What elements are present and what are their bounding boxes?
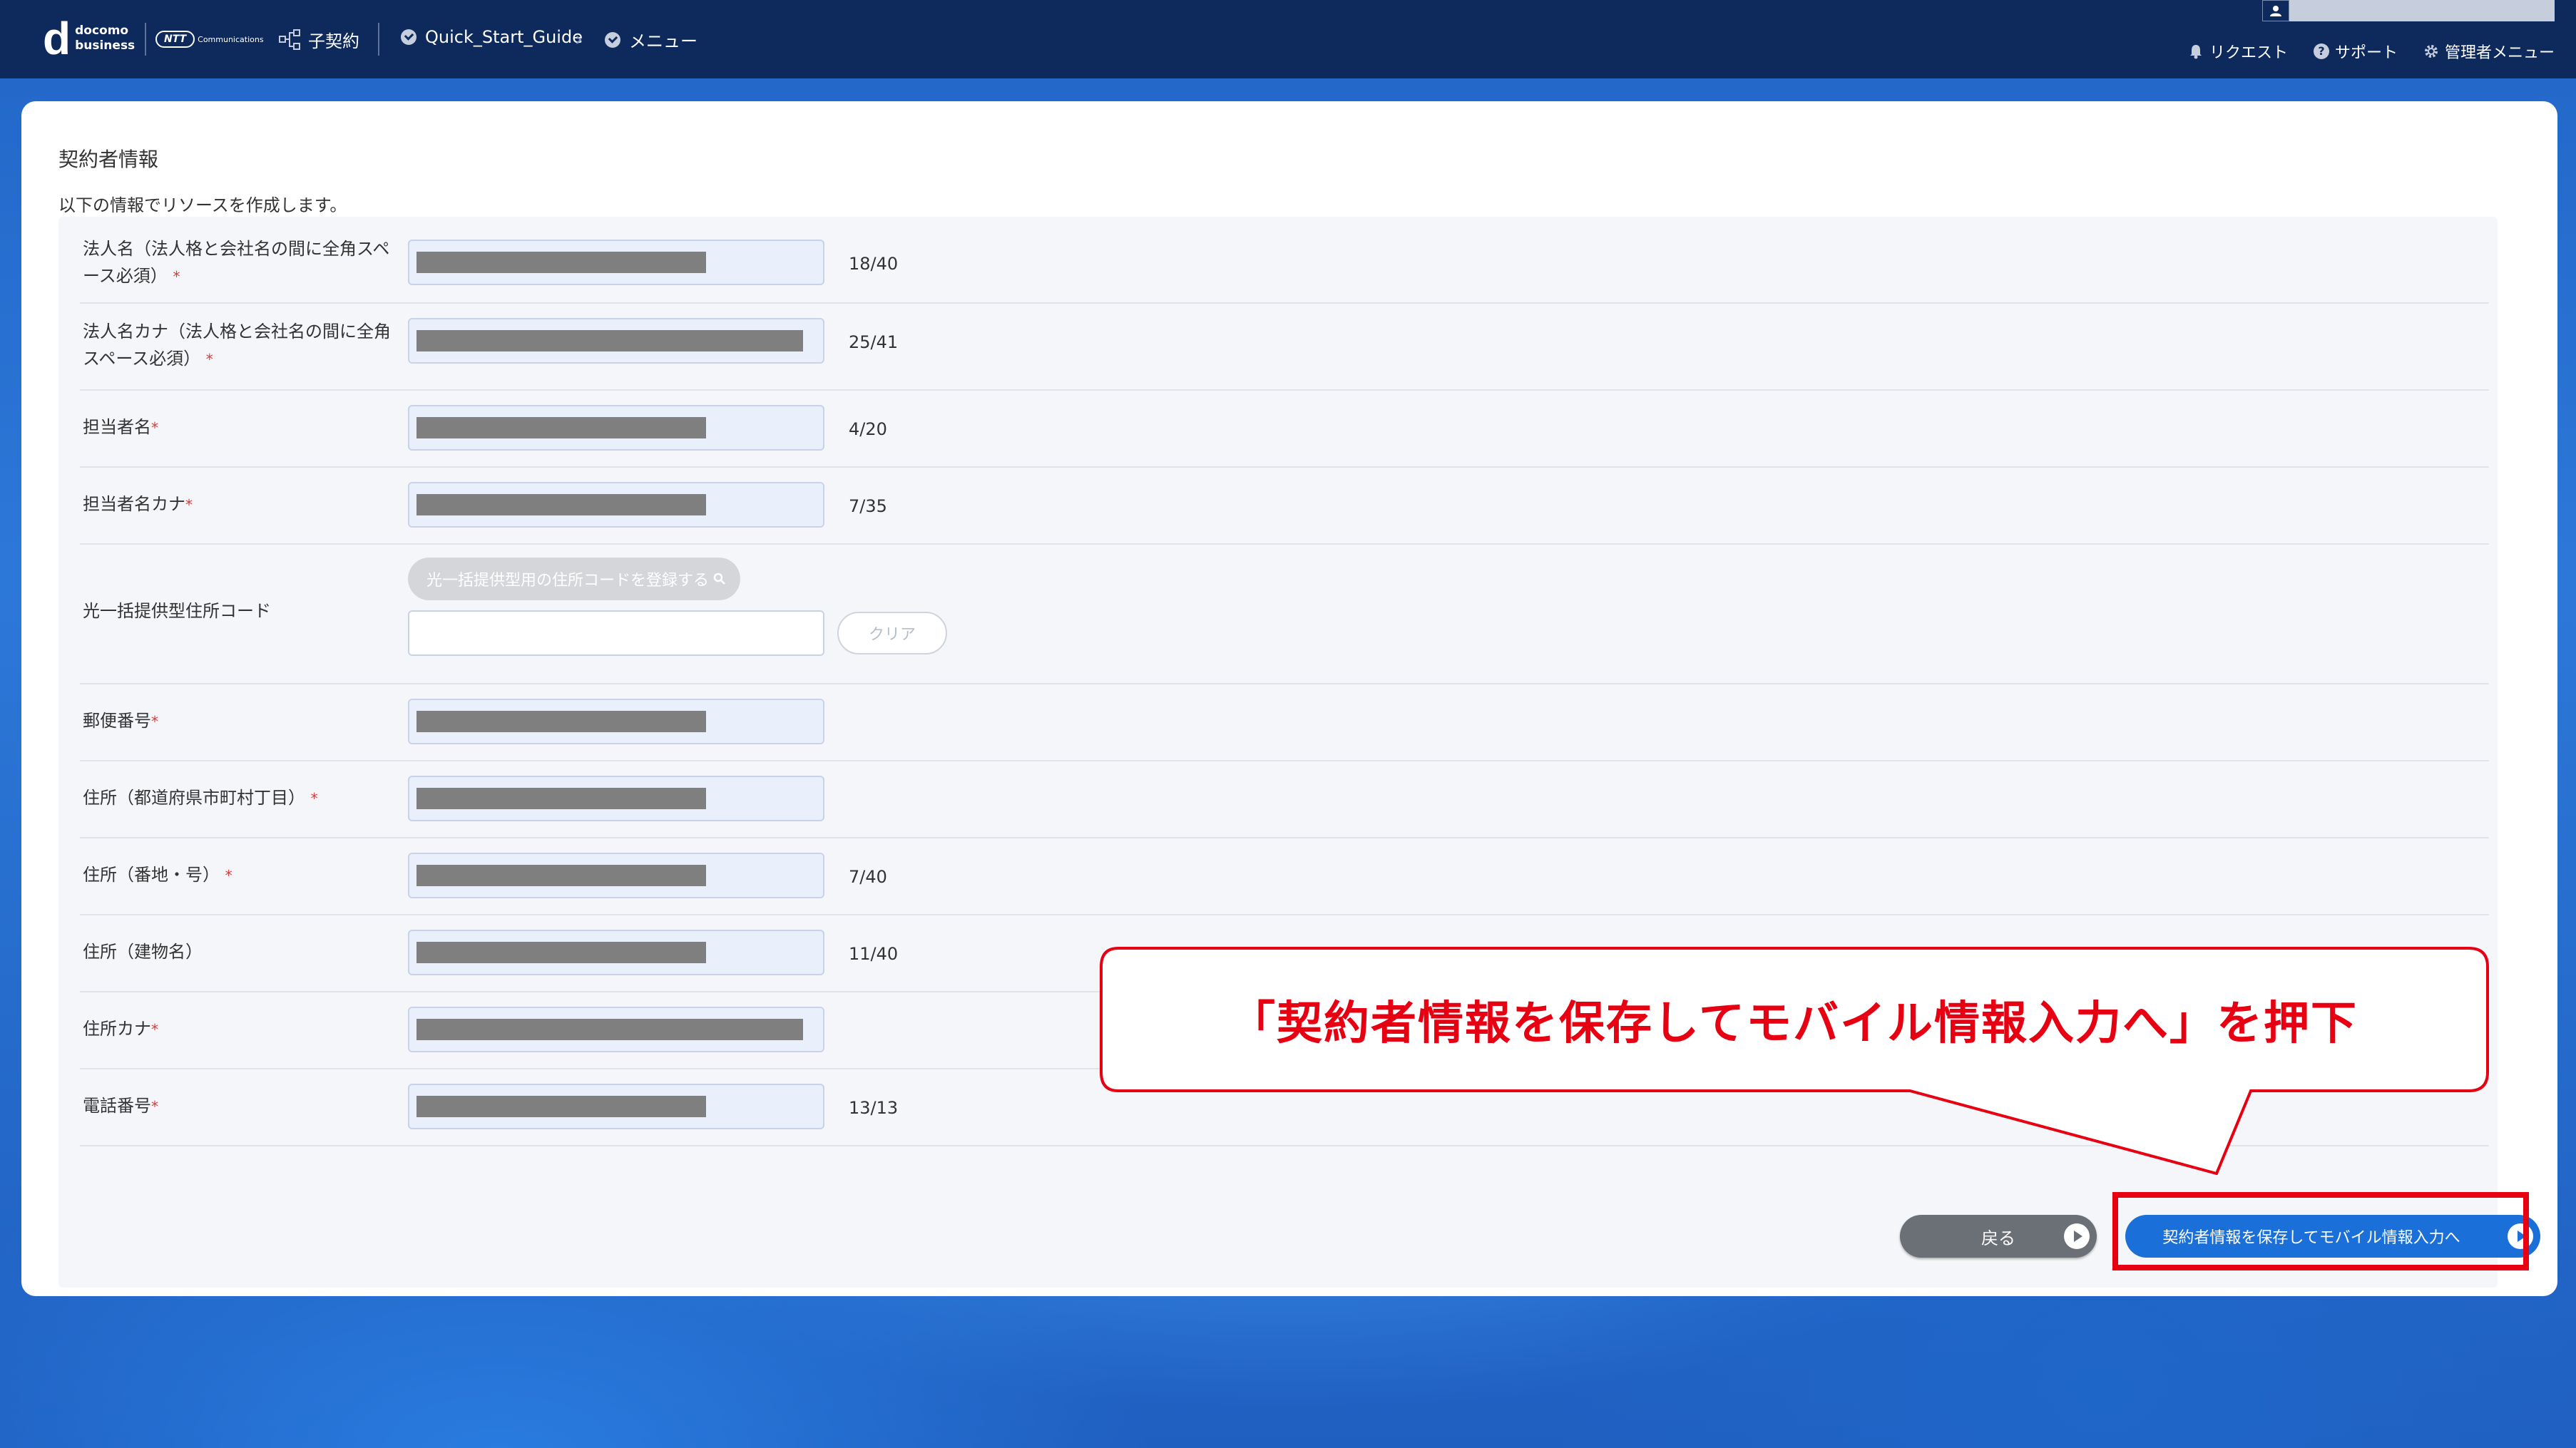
back-button-label: 戻る: [1981, 1228, 2015, 1248]
field-label: 住所カナ: [83, 1019, 151, 1039]
docomo-business-logo[interactable]: d docomo business: [43, 13, 136, 64]
contact-name-input[interactable]: [408, 405, 824, 451]
help-icon: ?: [2313, 43, 2329, 59]
logo-line1: docomo: [75, 24, 129, 38]
form-row-address-city: 住所（都道府県市町村丁目） *: [80, 760, 2489, 838]
chevron-right-icon: ›: [575, 27, 583, 51]
field-label: 住所（都道府県市町村丁目）: [83, 788, 305, 808]
redacted-value: [416, 330, 803, 351]
admin-menu-label: 管理者メニュー: [2444, 44, 2555, 62]
company-name-kana-input[interactable]: [408, 318, 824, 364]
ntt-communications-logo: NTT Communications: [155, 29, 264, 50]
address-code-input[interactable]: [408, 610, 824, 656]
annotation-callout-text: 「契約者情報を保存してモバイル情報入力へ」を押下: [1229, 997, 2358, 1050]
required-mark: *: [151, 1098, 158, 1115]
field-label: 住所（建物名）: [83, 942, 203, 962]
header-links: リクエスト ? サポート 管理者メニュー: [2188, 40, 2555, 63]
required-mark: *: [205, 351, 213, 368]
support-link-label: サポート: [2334, 44, 2398, 62]
back-button[interactable]: 戻る: [1900, 1215, 2097, 1258]
phone-input[interactable]: [408, 1084, 824, 1129]
required-mark: *: [151, 1021, 158, 1038]
support-link[interactable]: ? サポート: [2313, 40, 2398, 63]
char-counter: 11/40: [849, 944, 899, 964]
breadcrumb-guide[interactable]: Quick_Start_Guide: [401, 27, 583, 47]
clear-button[interactable]: クリア: [837, 612, 947, 654]
logo-mark: d: [43, 13, 71, 64]
gear-icon: [2424, 45, 2438, 58]
form-row-contact-name-kana: 担当者名カナ* 7/35: [80, 466, 2489, 545]
form-row-company-name: 法人名（法人格と会社名の間に全角スペース必須） * 18/40: [80, 225, 2489, 304]
char-counter: 7/40: [849, 867, 887, 887]
form-row-address-number: 住所（番地・号） * 7/40: [80, 837, 2489, 915]
field-label: 電話番号: [83, 1096, 151, 1116]
required-mark: *: [151, 713, 158, 730]
redacted-value: [416, 788, 706, 809]
char-counter: 7/35: [849, 496, 887, 516]
field-label: 法人名カナ（法人格と会社名の間に全角スペース必須）: [83, 322, 391, 369]
form-row-company-name-kana: 法人名カナ（法人格と会社名の間に全角スペース必須） * 25/41: [80, 302, 2489, 391]
char-counter: 4/20: [849, 419, 887, 439]
redacted-value: [416, 711, 706, 732]
char-counter: 13/13: [849, 1098, 899, 1118]
request-link[interactable]: リクエスト: [2188, 40, 2288, 63]
field-label: 住所（番地・号）: [83, 865, 220, 885]
tree-icon: [278, 28, 302, 52]
breadcrumb-divider: [378, 23, 379, 56]
form-row-address-code: 光一括提供型住所コード 光一括提供型用の住所コードを登録する クリア: [80, 543, 2489, 684]
header-divider: [145, 23, 146, 56]
address-kana-input[interactable]: [408, 1007, 824, 1052]
required-mark: *: [225, 867, 232, 884]
check-circle-icon: [401, 29, 416, 45]
breadcrumb-menu-label: メニュー: [629, 31, 697, 51]
contact-name-kana-input[interactable]: [408, 482, 824, 528]
page-title: 契約者情報: [58, 148, 159, 171]
ntt-logo-mark: NTT: [155, 31, 195, 48]
field-label: 担当者名: [83, 417, 151, 437]
search-icon: [713, 572, 725, 585]
required-mark: *: [173, 268, 180, 285]
user-icon: [2262, 0, 2289, 21]
required-mark: *: [151, 419, 158, 436]
page-description: 以下の情報でリソースを作成します。: [58, 195, 347, 215]
redacted-value: [416, 252, 706, 273]
postal-code-input[interactable]: [408, 699, 824, 744]
redacted-value: [416, 1096, 706, 1117]
redacted-value: [416, 417, 706, 438]
arrow-right-icon: [2064, 1223, 2090, 1249]
address-number-input[interactable]: [408, 853, 824, 898]
app-header: d docomo business NTT Communications 子契約…: [0, 0, 2576, 78]
required-mark: *: [185, 496, 193, 513]
breadcrumb-guide-label: Quick_Start_Guide: [425, 27, 583, 47]
ntt-logo-sub: Communications: [198, 34, 264, 44]
breadcrumb-contract[interactable]: 子契約: [278, 27, 359, 52]
admin-menu-link[interactable]: 管理者メニュー: [2423, 40, 2555, 63]
request-link-label: リクエスト: [2209, 44, 2288, 62]
bell-icon: [2189, 45, 2202, 59]
logo-line2: business: [75, 38, 136, 53]
required-mark: *: [310, 790, 318, 807]
redacted-value: [416, 494, 706, 515]
register-address-code-button[interactable]: 光一括提供型用の住所コードを登録する: [408, 558, 740, 600]
char-counter: 25/41: [849, 332, 899, 352]
annotation-highlight-box: [2112, 1192, 2529, 1270]
field-label: 郵便番号: [83, 711, 151, 731]
redacted-value: [416, 865, 706, 886]
char-counter: 18/40: [849, 254, 899, 274]
check-circle-icon: [605, 31, 620, 48]
field-label: 法人名（法人格と会社名の間に全角スペース必須）: [83, 239, 390, 286]
redacted-value: [416, 942, 706, 963]
field-label: 光一括提供型住所コード: [83, 601, 271, 621]
company-name-input[interactable]: [408, 240, 824, 285]
breadcrumb-contract-label: 子契約: [308, 31, 359, 51]
address-city-input[interactable]: [408, 776, 824, 821]
breadcrumb-menu[interactable]: メニュー: [605, 27, 697, 52]
user-account-bar[interactable]: [2262, 0, 2555, 21]
field-label: 担当者名カナ: [83, 494, 185, 514]
form-row-postal-code: 郵便番号*: [80, 683, 2489, 761]
lookup-button-label: 光一括提供型用の住所コードを登録する: [426, 572, 709, 590]
address-building-input[interactable]: [408, 930, 824, 975]
form-row-contact-name: 担当者名* 4/20: [80, 389, 2489, 468]
redacted-value: [416, 1019, 803, 1040]
